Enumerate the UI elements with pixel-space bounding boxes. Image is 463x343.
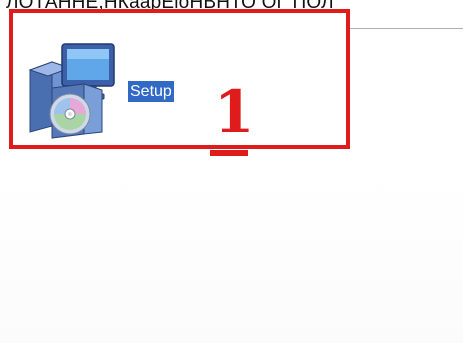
setup-file-label[interactable]: Setup [128, 81, 174, 102]
annotation-underline [210, 150, 248, 156]
divider-line [350, 28, 463, 29]
annotation-step-number: 1 [214, 78, 255, 146]
empty-folder-area[interactable] [0, 170, 463, 343]
setup-installer-icon[interactable] [22, 40, 132, 140]
screenshot-page: ЛОТАННЕ,НКаарЕіоНВНТО ОГ ПОЛ Setup 1 [0, 0, 463, 343]
setup-file-item[interactable] [22, 40, 132, 140]
